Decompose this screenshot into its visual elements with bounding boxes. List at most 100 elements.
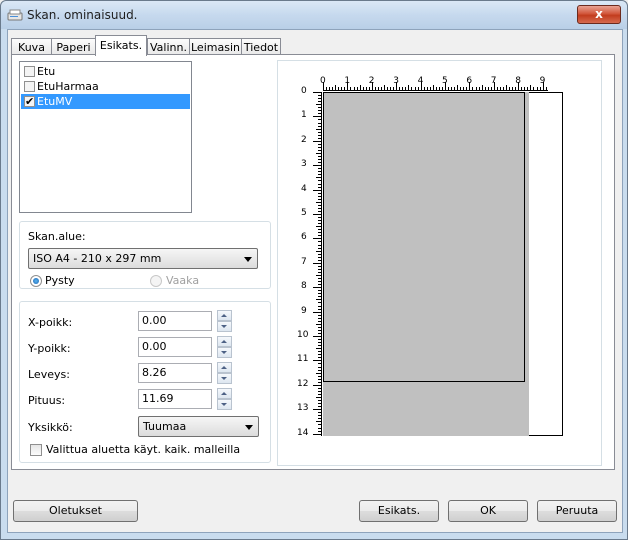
ruler-y-tick xyxy=(318,430,321,432)
ruler-y-tick xyxy=(318,271,321,273)
scan-area-frame[interactable] xyxy=(323,92,525,382)
ruler-x-tick xyxy=(493,82,495,90)
ruler-y-tick xyxy=(318,168,321,170)
ruler-x-tick xyxy=(496,87,498,90)
ruler-y-label: 3 xyxy=(301,159,307,170)
ruler-y-tick xyxy=(316,323,321,325)
landscape-radio[interactable] xyxy=(150,275,162,287)
ruler-x-tick xyxy=(499,87,501,90)
ruler-x-tick xyxy=(484,87,486,90)
y-offset-spinner[interactable] xyxy=(217,336,232,358)
ruler-x-tick xyxy=(445,82,446,90)
ruler-y-tick xyxy=(318,149,321,151)
ruler-x-tick xyxy=(332,87,334,90)
ruler-y-tick xyxy=(318,342,321,344)
tab-kuva[interactable]: Kuva xyxy=(11,38,52,55)
ruler-x-tick xyxy=(399,87,401,90)
ruler-x-tick xyxy=(524,87,526,90)
ruler-y-label: 11 xyxy=(297,354,309,365)
etuharmaa-checkbox[interactable] xyxy=(24,81,35,92)
ruler-y-tick xyxy=(318,217,321,219)
ruler-y-tick xyxy=(313,165,321,167)
ruler-y-tick xyxy=(313,360,321,362)
ruler-y-tick xyxy=(316,153,321,154)
ruler-y-tick xyxy=(316,275,321,276)
ruler-y-tick xyxy=(318,418,321,420)
defaults-button[interactable]: Oletukset xyxy=(13,500,138,522)
ruler-y-tick xyxy=(318,143,321,145)
length-spinner[interactable] xyxy=(217,388,232,410)
ruler-x-tick xyxy=(475,87,477,90)
ruler-y-label: 14 xyxy=(297,427,309,438)
ruler-y-tick xyxy=(313,311,321,313)
y-offset-input[interactable]: 0.00 xyxy=(138,337,212,357)
etumv-checkbox[interactable]: ✔ xyxy=(24,96,35,107)
ruler-x-tick xyxy=(323,82,324,90)
ruler-x-tick xyxy=(432,85,434,90)
x-offset-label: X-poikk: xyxy=(28,316,73,329)
portrait-radio[interactable] xyxy=(30,275,42,287)
ruler-y-tick xyxy=(318,357,321,359)
scan-area-dropdown[interactable]: ISO A4 - 210 x 297 mm xyxy=(28,248,258,269)
cancel-button[interactable]: Peruuta xyxy=(537,500,617,522)
x-offset-input[interactable]: 0.00 xyxy=(138,311,212,331)
ruler-x-tick xyxy=(393,87,395,90)
ruler-y-tick xyxy=(313,287,321,289)
ok-button[interactable]: OK xyxy=(448,500,528,522)
ruler-y-tick xyxy=(318,247,321,249)
ruler-x-tick xyxy=(329,87,331,90)
ruler-y-tick xyxy=(318,223,321,225)
title-bar[interactable]: Skan. ominaisuud. x xyxy=(1,1,627,29)
ruler-x-tick xyxy=(384,85,385,90)
unit-value: Tuumaa xyxy=(143,420,187,433)
ruler-y-tick xyxy=(316,177,321,179)
x-offset-spinner[interactable] xyxy=(217,310,232,332)
list-item-etuharmaa[interactable]: EtuHarmaa xyxy=(21,79,190,94)
apply-all-checkbox[interactable] xyxy=(30,444,42,456)
close-button[interactable]: x xyxy=(577,5,621,24)
ruler-x-tick xyxy=(469,82,471,90)
ruler-y-tick xyxy=(318,131,321,133)
ruler-x-tick xyxy=(435,87,437,90)
ruler-y-tick xyxy=(313,384,321,386)
ruler-y-tick xyxy=(318,122,321,124)
list-item-label: EtuHarmaa xyxy=(37,80,99,93)
ruler-x-tick xyxy=(341,87,343,90)
preview-button[interactable]: Esikats. xyxy=(359,500,439,522)
etu-checkbox[interactable] xyxy=(24,66,35,77)
ruler-y-tick xyxy=(318,241,321,243)
ruler-y-tick xyxy=(318,302,321,304)
unit-dropdown[interactable]: Tuumaa xyxy=(138,416,259,437)
list-item-etumv[interactable]: ✔ EtuMV xyxy=(21,94,190,109)
ruler-x-tick xyxy=(481,85,483,90)
apply-all-label: Valittua aluetta käyt. kaik. malleilla xyxy=(46,443,241,456)
tab-valinn[interactable]: Valinn. xyxy=(147,38,190,55)
ruler-y-tick xyxy=(318,329,321,331)
tab-leimasin[interactable]: Leimasin xyxy=(189,38,242,55)
ruler-x-tick xyxy=(539,87,541,90)
ruler-x-tick xyxy=(438,87,440,90)
ruler-y-tick xyxy=(318,332,321,334)
width-input[interactable]: 8.26 xyxy=(138,363,212,383)
ruler-y-tick xyxy=(318,366,321,368)
length-input[interactable]: 11.69 xyxy=(138,389,212,409)
ruler-y-tick xyxy=(318,400,321,402)
ruler-x-tick xyxy=(344,87,346,90)
ruler-x-tick xyxy=(463,87,465,90)
preview-canvas[interactable]: 0123456789 0 1 2 3 4 5 6 7 8 9 10 11 12 13 14 xyxy=(275,40,593,440)
width-spinner[interactable] xyxy=(217,362,232,384)
ruler-y-tick xyxy=(318,210,321,212)
ruler-y-tick xyxy=(318,162,321,164)
ruler-y-tick xyxy=(313,433,321,435)
ruler-y-tick xyxy=(316,421,321,423)
list-item-etu[interactable]: Etu xyxy=(21,64,190,79)
ruler-x-tick xyxy=(402,87,404,90)
ruler-x-tick xyxy=(347,82,349,90)
ruler-y-tick xyxy=(318,415,321,417)
length-label: Pituus: xyxy=(28,394,66,407)
ruler-y-tick xyxy=(318,180,321,182)
tab-paperi[interactable]: Paperi xyxy=(51,38,96,55)
tab-esikats[interactable]: Esikats. xyxy=(95,35,147,56)
ruler-y-label: 0 xyxy=(301,86,307,96)
image-type-list[interactable]: Etu EtuHarmaa ✔ EtuMV xyxy=(19,61,192,213)
